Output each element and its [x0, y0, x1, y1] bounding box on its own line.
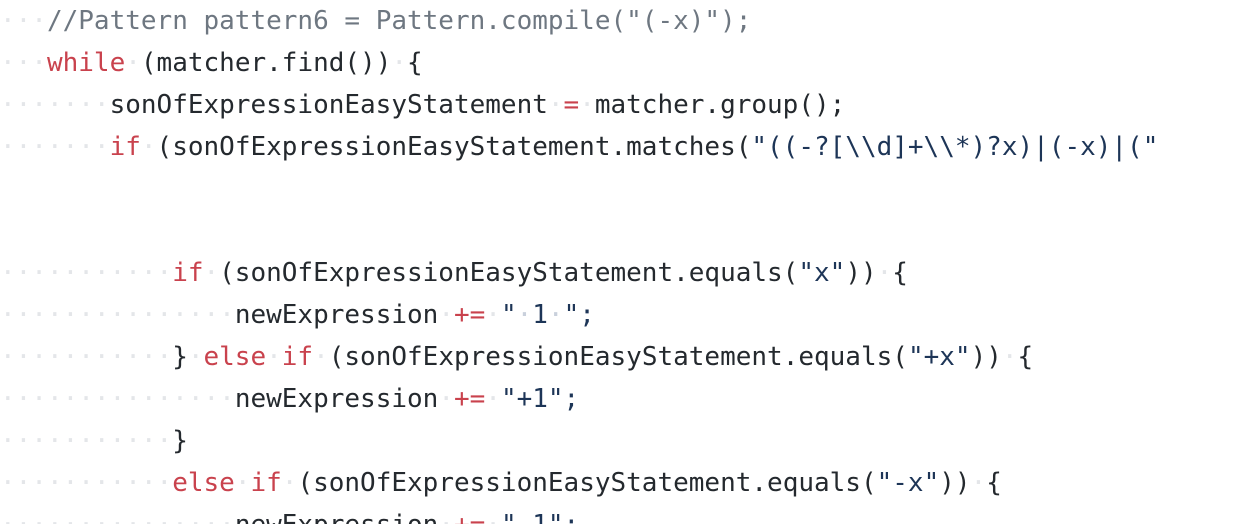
- code-token-plain: matcher.group();: [594, 90, 846, 120]
- whitespace-dots: ·: [876, 258, 893, 288]
- whitespace-dots: ·: [547, 90, 564, 120]
- code-line[interactable]: ···while·(matcher.find())·{: [0, 42, 1238, 84]
- code-token-plain: )): [845, 258, 877, 288]
- code-text-surface[interactable]: ···//Pattern pattern6 = Pattern.compile(…: [0, 0, 1238, 524]
- whitespace-dots: ·: [125, 48, 141, 78]
- code-line[interactable]: ···············newExpression·+=·"·1·";: [0, 294, 1238, 336]
- code-line[interactable]: ···············newExpression·+=·"-1";: [0, 504, 1238, 524]
- code-token-punct: {: [986, 468, 1002, 498]
- code-token-string: ";: [563, 300, 595, 330]
- code-token-plain: (sonOfExpressionEasyStatement.equals(: [297, 468, 877, 498]
- whitespace-dots: ···: [0, 48, 47, 78]
- code-token-keyword: if: [109, 132, 141, 162]
- code-line[interactable]: [0, 210, 1238, 252]
- whitespace-dots: ·: [391, 48, 408, 78]
- whitespace-dots: ·: [203, 258, 220, 288]
- whitespace-dots: ···············: [0, 510, 235, 524]
- whitespace-dots: ·: [438, 510, 454, 524]
- whitespace-dots: ···············: [0, 384, 235, 414]
- code-token-operator: +=: [453, 300, 486, 330]
- whitespace-dots: ·: [313, 342, 329, 372]
- code-token-punct: }: [172, 426, 188, 456]
- whitespace-dots: ·: [266, 342, 282, 372]
- code-token-punct: }: [172, 342, 188, 372]
- code-token-string: "((-?[\\d]+\\*)?x)|(-x)|(": [751, 132, 1159, 162]
- code-line[interactable]: ···········}·else·if·(sonOfExpressionEas…: [0, 336, 1238, 378]
- code-token-punct: {: [407, 48, 423, 78]
- code-line[interactable]: ·······if·(sonOfExpressionEasyStatement.…: [0, 126, 1238, 168]
- code-token-plain: )): [970, 342, 1002, 372]
- code-token-keyword: if: [281, 342, 314, 372]
- code-token-keyword: else: [172, 468, 235, 498]
- code-token-keyword: if: [172, 258, 204, 288]
- code-token-string: "-x": [876, 468, 940, 498]
- code-token-plain: (sonOfExpressionEasyStatement.equals(: [219, 258, 799, 288]
- code-token-plain: )): [939, 468, 971, 498]
- whitespace-dots-in-string: ·: [547, 300, 564, 330]
- code-line[interactable]: ···//Pattern pattern6 = Pattern.compile(…: [0, 0, 1238, 42]
- code-token-comment: //Pattern pattern6 = Pattern.compile("(-…: [46, 6, 752, 36]
- whitespace-dots: ·: [579, 90, 595, 120]
- code-token-plain: newExpression: [234, 300, 439, 330]
- whitespace-dots: ···············: [0, 300, 235, 330]
- code-line[interactable]: ·······sonOfExpressionEasyStatement·=·ma…: [0, 84, 1238, 126]
- code-token-string: ": [500, 300, 517, 330]
- code-token-plain: sonOfExpressionEasyStatement: [109, 90, 548, 120]
- whitespace-dots: ···········: [0, 342, 173, 372]
- whitespace-dots: ·: [485, 300, 501, 330]
- whitespace-dots: ·: [438, 300, 454, 330]
- code-line[interactable]: ···········}: [0, 420, 1238, 462]
- code-token-punct: {: [892, 258, 908, 288]
- code-token-keyword: if: [250, 468, 282, 498]
- whitespace-dots: ···········: [0, 468, 173, 498]
- whitespace-dots: ·: [234, 468, 251, 498]
- whitespace-dots: ·: [970, 468, 987, 498]
- code-token-operator: =: [563, 90, 580, 120]
- code-token-plain: (sonOfExpressionEasyStatement.equals(: [328, 342, 908, 372]
- code-token-string: "x": [798, 258, 846, 288]
- code-line[interactable]: ···········else·if·(sonOfExpressionEasyS…: [0, 462, 1238, 504]
- whitespace-dots-in-string: ·: [516, 300, 533, 330]
- code-token-keyword: else: [203, 342, 267, 372]
- whitespace-dots: ·: [187, 342, 204, 372]
- code-token-plain: (matcher.find()): [140, 48, 392, 78]
- whitespace-dots: ·······: [0, 132, 110, 162]
- code-token-string: "+x": [907, 342, 971, 372]
- code-line[interactable]: ···········if·(sonOfExpressionEasyStatem…: [0, 252, 1238, 294]
- whitespace-dots: ···········: [0, 426, 173, 456]
- whitespace-dots: ···: [0, 6, 47, 36]
- code-editor[interactable]: ···//Pattern pattern6 = Pattern.compile(…: [0, 0, 1238, 524]
- code-line[interactable]: [0, 168, 1238, 210]
- whitespace-dots: ·: [485, 510, 501, 524]
- code-token-string: "-1";: [501, 510, 579, 524]
- whitespace-dots: ·······: [0, 90, 110, 120]
- code-token-keyword: while: [46, 48, 126, 78]
- whitespace-dots: ·: [1001, 342, 1018, 372]
- code-token-plain: newExpression: [235, 510, 439, 524]
- whitespace-dots: ·: [485, 384, 501, 414]
- code-token-plain: newExpression: [234, 384, 439, 414]
- code-token-punct: {: [1017, 342, 1034, 372]
- whitespace-dots: ·: [281, 468, 298, 498]
- code-token-operator: +=: [453, 384, 486, 414]
- whitespace-dots: ·: [438, 384, 454, 414]
- code-token-operator: +=: [454, 510, 485, 524]
- code-token-string: 1: [532, 300, 548, 330]
- code-token-string: "+1";: [500, 384, 580, 414]
- whitespace-dots: ···········: [0, 258, 173, 288]
- whitespace-dots: ·: [140, 132, 157, 162]
- code-token-plain: (sonOfExpressionEasyStatement.matches(: [156, 132, 752, 162]
- code-line[interactable]: ···············newExpression·+=·"+1";: [0, 378, 1238, 420]
